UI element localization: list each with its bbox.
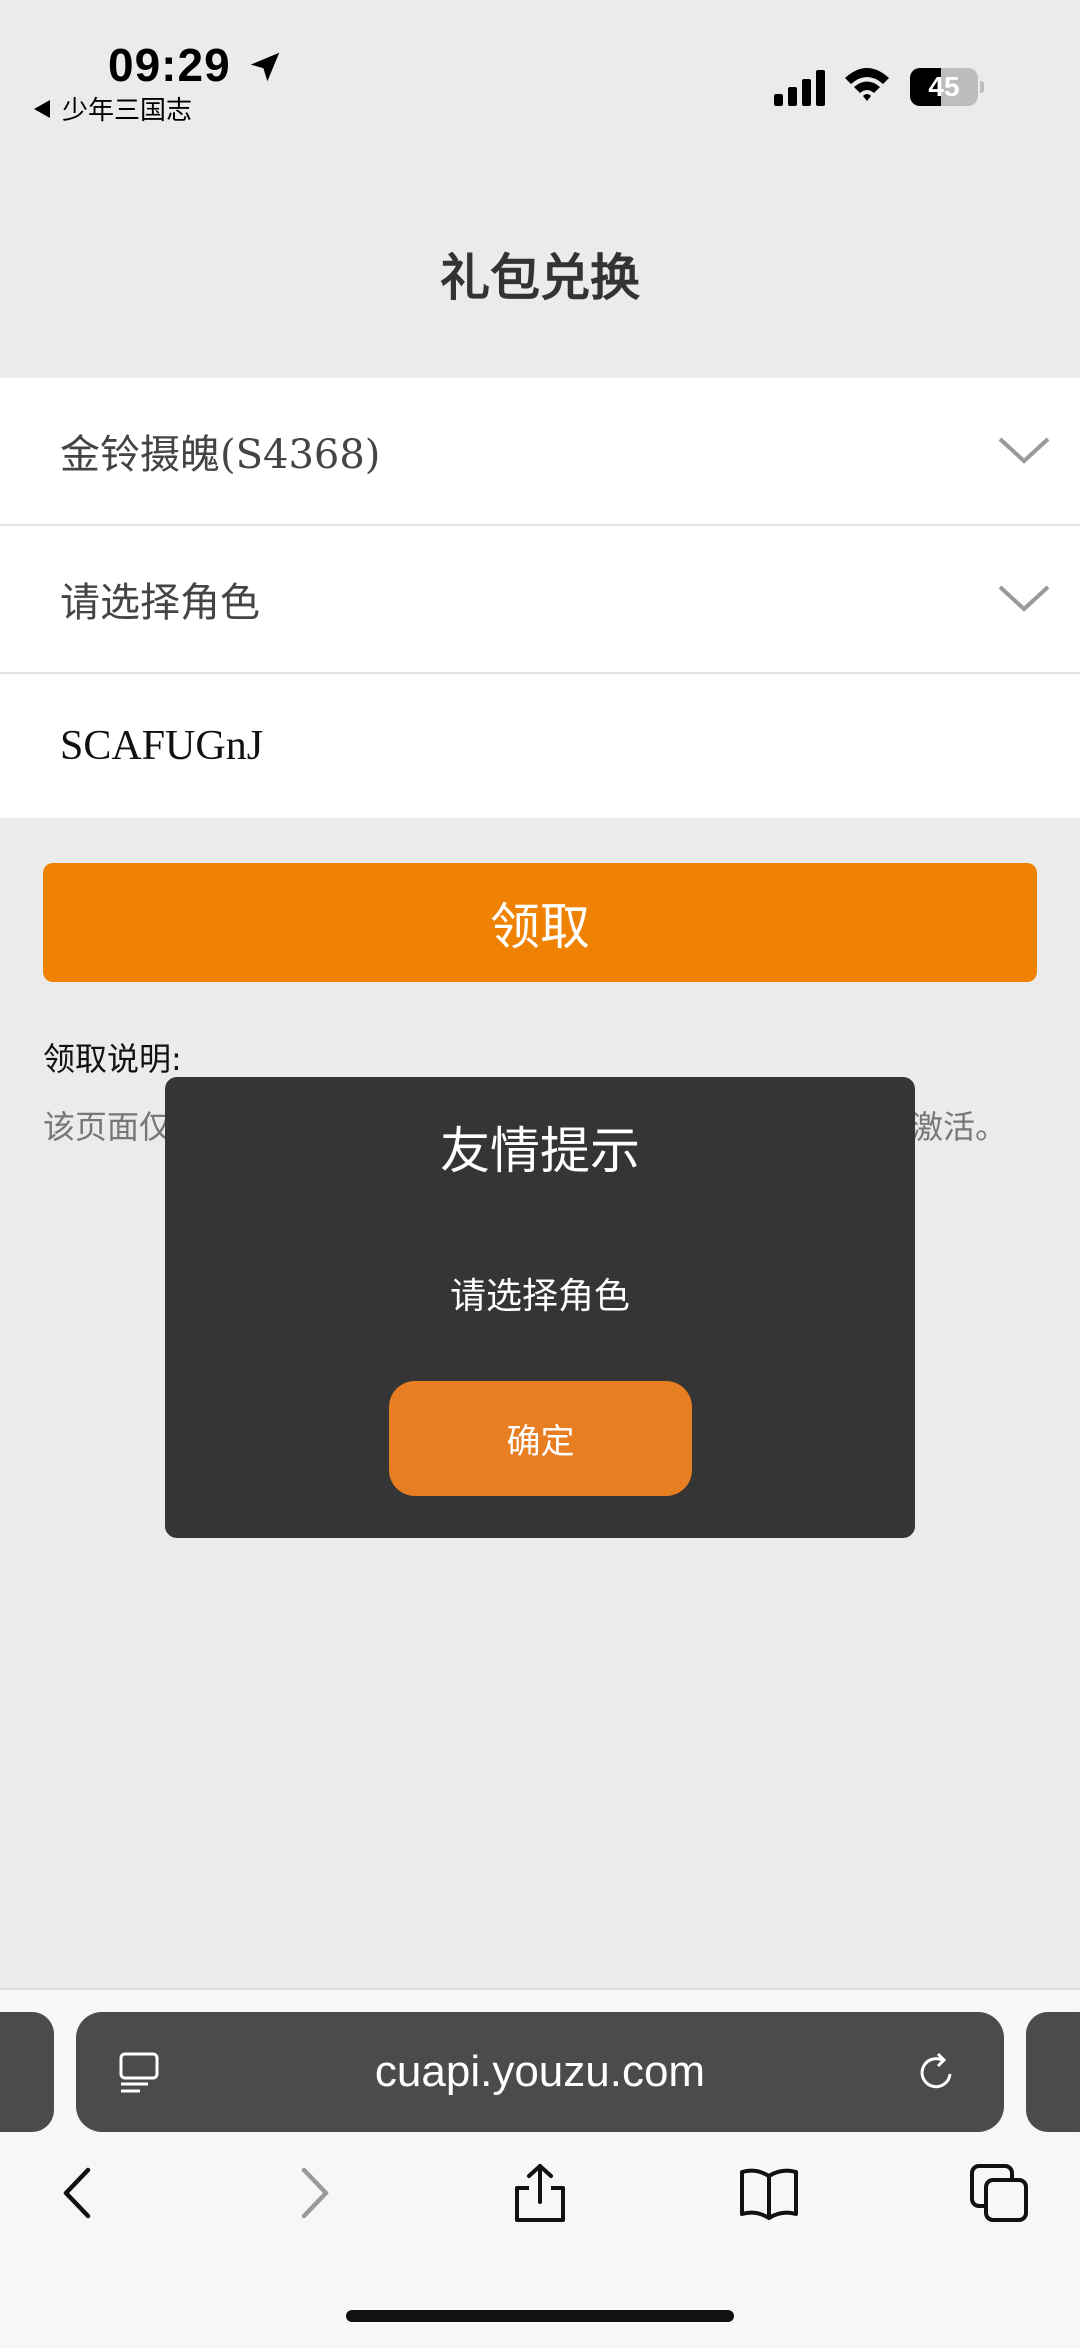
chevron-down-icon (998, 585, 1050, 612)
role-select[interactable]: 请选择角色 (0, 526, 1080, 674)
back-app-label: 少年三国志 (62, 96, 193, 126)
dialog-message: 请选择角色 (449, 1276, 630, 1317)
back-to-app[interactable]: 少年三国志 (34, 90, 192, 127)
gift-code-value: SCAFUGnJ (60, 723, 264, 769)
forward-icon[interactable] (282, 2162, 344, 2224)
alert-dialog: 友情提示 请选择角色 确定 (165, 1077, 915, 1538)
signal-icon (774, 70, 825, 106)
status-time: 09:29 (108, 39, 231, 91)
gift-code-input[interactable]: SCAFUGnJ (0, 674, 1080, 818)
server-select[interactable]: 金铃摄魄(S4368) (0, 378, 1080, 526)
next-tab-peek[interactable] (1026, 2012, 1080, 2132)
bookmarks-icon[interactable] (738, 2162, 800, 2224)
reload-icon[interactable] (914, 2050, 960, 2096)
url-text: cuapi.youzu.com (374, 2047, 706, 2096)
share-icon[interactable] (509, 2162, 571, 2224)
battery-body: 45 (910, 68, 978, 106)
role-select-placeholder: 请选择角色 (60, 580, 260, 626)
redeem-form: 金铃摄魄(S4368) 请选择角色 SCAFUGnJ (0, 378, 1080, 818)
page-title: 礼包兑换 (440, 249, 640, 307)
chevron-down-icon (998, 437, 1050, 464)
dialog-ok-button[interactable]: 确定 (389, 1381, 692, 1496)
tabs-icon[interactable] (968, 2162, 1030, 2224)
claim-button[interactable]: 领取 (43, 863, 1037, 982)
server-select-value: 金铃摄魄(S4368) (60, 432, 381, 478)
instructions-body-right: 激活。 (911, 1108, 1008, 1146)
battery-level: 45 (928, 71, 960, 102)
address-bar[interactable]: cuapi.youzu.com (76, 2012, 1004, 2132)
location-arrow-icon (250, 52, 280, 82)
instructions-body-left: 该页面仅 (43, 1108, 172, 1146)
back-icon[interactable] (48, 2162, 110, 2224)
page-header: 礼包兑换 (0, 130, 1080, 378)
dialog-title: 友情提示 (440, 1122, 640, 1180)
status-bar: 09:29 少年三国志 45 (0, 0, 1080, 130)
back-triangle-icon (34, 99, 50, 118)
wifi-icon (845, 68, 889, 101)
instructions-title: 领取说明: (43, 1040, 182, 1078)
home-indicator (346, 2310, 734, 2322)
battery-icon: 45 (910, 68, 984, 106)
browser-chrome: cuapi.youzu.com (0, 1988, 1080, 2348)
previous-tab-peek[interactable] (0, 2012, 54, 2132)
battery-cap (980, 81, 984, 93)
